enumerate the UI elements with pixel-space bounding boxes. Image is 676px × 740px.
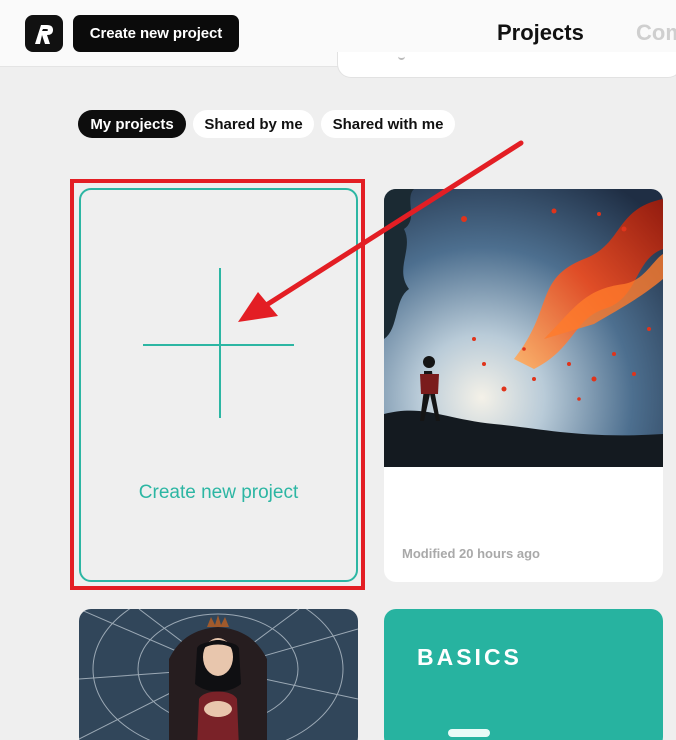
nav-projects[interactable]: Projects (497, 20, 584, 46)
filter-shared-by-me[interactable]: Shared by me (193, 110, 314, 138)
project-card-2[interactable] (79, 609, 358, 740)
create-new-project-button[interactable]: Create new project (73, 15, 239, 52)
project-modified-time: Modified 20 hours ago (402, 546, 540, 561)
project-card-basics[interactable]: BASICS (384, 609, 663, 740)
logo-icon (35, 24, 53, 44)
basics-title: BASICS (417, 644, 522, 670)
filter-shared-with-me[interactable]: Shared with me (321, 110, 455, 138)
plus-icon-horizontal (143, 344, 294, 346)
search-bar[interactable] (337, 52, 676, 78)
create-new-project-card[interactable]: Create new project (79, 188, 358, 582)
nav-community[interactable]: Com (636, 20, 676, 46)
app-logo[interactable] (25, 15, 63, 52)
plus-icon (219, 268, 221, 418)
project-thumbnail (384, 189, 663, 467)
basics-bar (448, 729, 490, 737)
project-card[interactable]: Modified 20 hours ago (384, 189, 663, 582)
filter-my-projects[interactable]: My projects (78, 110, 186, 138)
create-card-label: Create new project (138, 482, 299, 503)
project-thumbnail-2 (79, 609, 358, 740)
search-icon (398, 56, 405, 60)
